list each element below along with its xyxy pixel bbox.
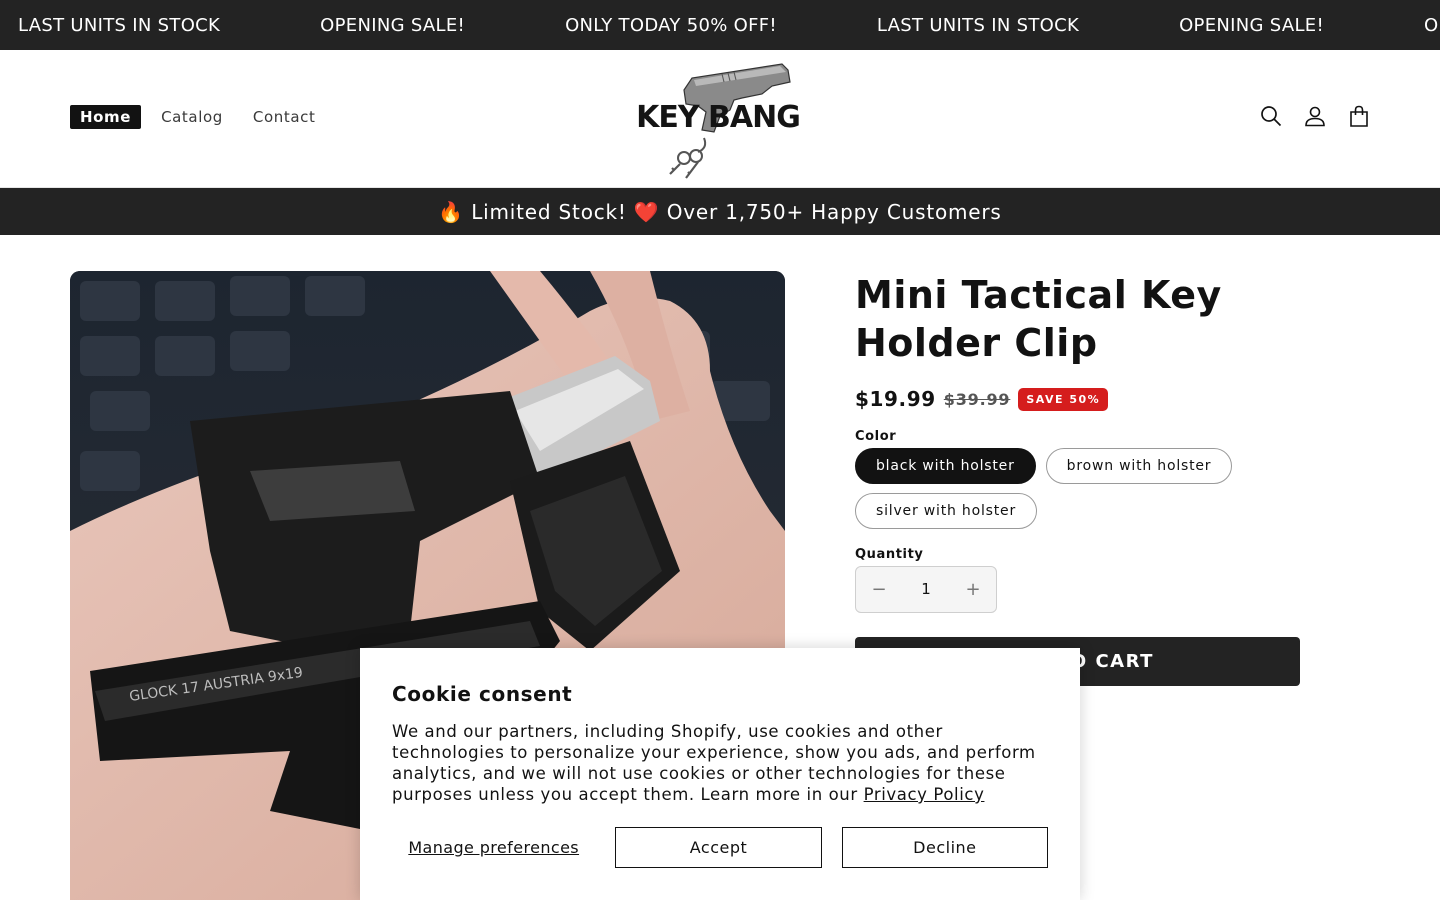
- accept-button[interactable]: Accept: [615, 827, 822, 868]
- marquee-item: OPENING SALE!: [1179, 14, 1324, 36]
- cookie-title: Cookie consent: [392, 682, 573, 706]
- cookie-consent-banner: Cookie consent We and our partners, incl…: [360, 648, 1080, 900]
- price-row: $19.99 $39.99 SAVE 50%: [855, 387, 1300, 411]
- marquee-item: ONLY TODAY 50% OFF!: [565, 14, 777, 36]
- marquee-track: LAST UNITS IN STOCK OPENING SALE! ONLY T…: [18, 0, 1440, 50]
- main-nav: Home Catalog Contact: [70, 105, 325, 129]
- account-icon[interactable]: [1304, 105, 1326, 127]
- color-option-brown[interactable]: brown with holster: [1045, 448, 1233, 484]
- color-options: black with holster brown with holster si…: [855, 448, 1275, 529]
- nav-contact[interactable]: Contact: [243, 105, 326, 129]
- quantity-increase-button[interactable]: +: [950, 567, 996, 612]
- quantity-decrease-button[interactable]: −: [856, 567, 902, 612]
- cart-icon[interactable]: [1348, 105, 1370, 127]
- color-option-silver[interactable]: silver with holster: [855, 493, 1038, 529]
- announcement-text: 🔥 Limited Stock! ❤️ Over 1,750+ Happy Cu…: [438, 199, 1002, 224]
- nav-catalog[interactable]: Catalog: [151, 105, 233, 129]
- save-badge: SAVE 50%: [1018, 387, 1109, 411]
- marquee-bar: LAST UNITS IN STOCK OPENING SALE! ONLY T…: [0, 0, 1440, 50]
- quantity-input[interactable]: 1: [902, 567, 950, 612]
- manage-preferences-link[interactable]: Manage preferences: [392, 838, 595, 857]
- marquee-item: LAST UNITS IN STOCK: [18, 14, 221, 36]
- search-icon[interactable]: [1260, 105, 1282, 127]
- logo-wordmark: KEY BANG: [636, 100, 800, 135]
- color-option-black[interactable]: black with holster: [855, 448, 1036, 484]
- site-header: Home Catalog Contact KEY BANG: [0, 50, 1440, 188]
- regular-price: $39.99: [943, 389, 1011, 409]
- color-label: Color: [855, 429, 897, 444]
- marquee-item: LAST UNITS IN STOCK: [876, 14, 1080, 36]
- product-info: Mini Tactical Key Holder Clip $19.99 $39…: [855, 271, 1300, 686]
- privacy-policy-link[interactable]: Privacy Policy: [864, 785, 985, 804]
- marquee-item: ONLY TODAY 50% OFF!: [1423, 14, 1440, 36]
- decline-button[interactable]: Decline: [841, 827, 1049, 868]
- site-logo[interactable]: KEY BANG: [622, 60, 814, 182]
- announcement-bar: 🔥 Limited Stock! ❤️ Over 1,750+ Happy Cu…: [0, 188, 1440, 235]
- cookie-text: We and our partners, including Shopify, …: [392, 721, 1048, 805]
- nav-home[interactable]: Home: [70, 105, 142, 129]
- product-title: Mini Tactical Key Holder Clip: [855, 273, 1222, 365]
- marquee-item: OPENING SALE!: [320, 14, 466, 36]
- header-icons: [1260, 105, 1370, 127]
- keybang-logo-graphic: KEY BANG: [636, 63, 801, 179]
- quantity-label: Quantity: [855, 547, 924, 562]
- quantity-stepper: − 1 +: [855, 566, 997, 613]
- sale-price: $19.99: [855, 387, 936, 411]
- cookie-actions: Manage preferences Accept Decline: [392, 827, 1049, 868]
